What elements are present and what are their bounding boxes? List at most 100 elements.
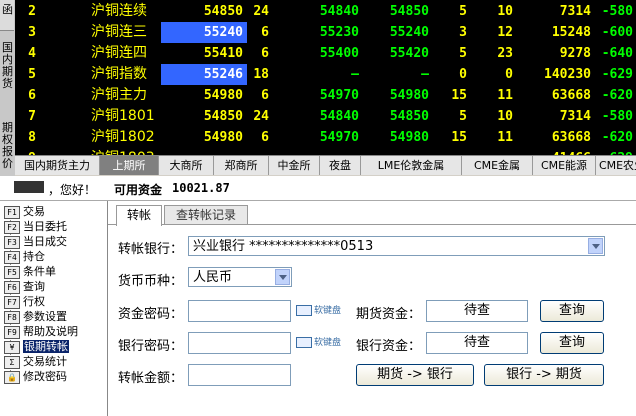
table-row[interactable]: 8 沪铜1802 54980 6 54970 54980 15 11 63668 -620 bbox=[15, 127, 636, 148]
fund-soft-keyboard-label: 软键盘 bbox=[314, 306, 342, 316]
cell-vol: 6 bbox=[261, 88, 269, 103]
futures-funds-value-text: 待查 bbox=[463, 303, 490, 318]
bank-funds-value: 待查 bbox=[426, 332, 528, 354]
market-tab-8[interactable]: CME能源 bbox=[533, 156, 596, 175]
strip-options-tab[interactable]: 期权报价 bbox=[1, 122, 14, 170]
cell-ask-qty: 23 bbox=[497, 46, 513, 61]
currency-select[interactable]: 人民币 bbox=[188, 267, 292, 287]
cell-ask: 54850 bbox=[389, 109, 429, 124]
transfer-amount-input[interactable] bbox=[188, 364, 291, 386]
sidebar-item-2[interactable]: F3 当日成交 bbox=[4, 235, 67, 249]
bank-select[interactable]: 兴业银行 **************0513 bbox=[188, 236, 605, 256]
yuan-icon: ¥ bbox=[4, 340, 20, 354]
strip-top-button[interactable]: 函 bbox=[0, 0, 14, 31]
sidebar-item-5[interactable]: F6 查询 bbox=[4, 280, 45, 294]
table-row[interactable]: 2 沪铜连续 54850 24 54840 54850 5 10 7314 -580 bbox=[15, 1, 636, 22]
query-futures-funds-button[interactable]: 查询 bbox=[540, 300, 604, 322]
sidebar-item-11[interactable]: 🔒 修改密码 bbox=[4, 370, 67, 384]
cell-ask: 54980 bbox=[389, 88, 429, 103]
keyboard-icon bbox=[296, 337, 312, 348]
cell-last: 54980 bbox=[203, 130, 243, 145]
function-key-icon: F8 bbox=[4, 310, 20, 324]
bank-password-label: 银行密码： bbox=[118, 339, 184, 354]
market-tab-3[interactable]: 郑商所 bbox=[214, 156, 269, 175]
fund-soft-keyboard-button[interactable]: 软键盘 bbox=[296, 303, 341, 319]
futures-to-bank-button[interactable]: 期货 -> 银行 bbox=[356, 364, 474, 386]
chevron-down-icon[interactable] bbox=[275, 269, 290, 285]
tab-transfer[interactable]: 转帐 bbox=[116, 205, 162, 226]
cell-ask: 54980 bbox=[389, 130, 429, 145]
market-tab-2[interactable]: 大商所 bbox=[159, 156, 214, 175]
bank-funds-label: 银行资金： bbox=[356, 339, 422, 354]
cell-total: 63668 bbox=[551, 130, 591, 145]
cell-no: 5 bbox=[28, 67, 36, 82]
cell-total: 41466 bbox=[525, 148, 591, 155]
sidebar-item-8[interactable]: F9 帮助及说明 bbox=[4, 325, 78, 339]
strip-futures-tab[interactable]: 国内期货 bbox=[1, 42, 14, 90]
cell-no: 9 bbox=[15, 148, 49, 155]
bank-soft-keyboard-label: 软键盘 bbox=[314, 338, 342, 348]
sidebar-item-3[interactable]: F4 持仓 bbox=[4, 250, 45, 264]
query-bank-funds-button[interactable]: 查询 bbox=[540, 332, 604, 354]
table-row[interactable]: 3 沪铜连三 55240 6 55230 55240 3 12 15248 -600 bbox=[15, 22, 636, 43]
bank-password-input[interactable] bbox=[188, 332, 291, 354]
cell-change: -640 bbox=[601, 46, 633, 61]
market-tab-1[interactable]: 上期所 bbox=[100, 156, 159, 175]
sidebar-item-6[interactable]: F7 行权 bbox=[4, 295, 45, 309]
left-vertical-strip: 函 国内期货 期权报价 bbox=[0, 0, 16, 178]
sidebar-item-label: 持仓 bbox=[23, 250, 45, 263]
table-row[interactable]: 4 沪铜连四 55410 6 55400 55420 5 23 9278 -640 bbox=[15, 43, 636, 64]
cell-total: 7314 bbox=[559, 4, 591, 19]
sidebar-item-10[interactable]: Σ 交易统计 bbox=[4, 355, 67, 369]
cell-ask: 54850 bbox=[389, 4, 429, 19]
cell-no: 7 bbox=[28, 109, 36, 124]
cell-ask: — bbox=[421, 67, 429, 82]
futures-to-bank-label: 期货 -> 银行 bbox=[377, 367, 453, 382]
fund-password-label: 资金密码： bbox=[118, 307, 184, 322]
sidebar-item-0[interactable]: F1 交易 bbox=[4, 205, 45, 219]
market-tab-5[interactable]: 夜盘 bbox=[320, 156, 361, 175]
market-tab-6[interactable]: LME伦敦金属 bbox=[361, 156, 462, 175]
function-key-icon: F1 bbox=[4, 205, 20, 219]
bank-to-futures-button[interactable]: 银行 -> 期货 bbox=[484, 364, 604, 386]
cell-no: 8 bbox=[28, 130, 36, 145]
cell-vol: 6 bbox=[261, 46, 269, 61]
cell-vol: 18 bbox=[253, 67, 269, 82]
function-key-icon: F9 bbox=[4, 325, 20, 339]
sidebar-item-label: 当日委托 bbox=[23, 220, 67, 233]
cell-bid-qty: 5 bbox=[459, 4, 467, 19]
bank-soft-keyboard-button[interactable]: 软键盘 bbox=[296, 335, 341, 351]
cell-vol: 24 bbox=[253, 109, 269, 124]
sidebar-item-label: 银期转帐 bbox=[23, 340, 69, 353]
fund-password-input[interactable] bbox=[188, 300, 291, 322]
sidebar-item-9[interactable]: ¥ 银期转帐 bbox=[4, 340, 69, 354]
table-row[interactable]: 5 沪铜指数 55246 18— —0 0 140230 -629 bbox=[15, 64, 636, 85]
cell-bid-qty: 5 bbox=[459, 46, 467, 61]
cell-bid: 54970 bbox=[319, 88, 359, 103]
bank-label: 转帐银行： bbox=[118, 242, 184, 257]
cell-ask: 55420 bbox=[389, 46, 429, 61]
sidebar-item-4[interactable]: F5 条件单 bbox=[4, 265, 56, 279]
cell-ask: 55240 bbox=[389, 25, 429, 40]
table-row[interactable]: 9沪铜180341466-629 bbox=[15, 148, 636, 155]
cell-change: -620 bbox=[601, 88, 633, 103]
sidebar-item-7[interactable]: F8 参数设置 bbox=[4, 310, 67, 324]
cell-ask-qty: 12 bbox=[497, 25, 513, 40]
cell-last: 54850 bbox=[203, 109, 243, 124]
sidebar-item-1[interactable]: F2 当日委托 bbox=[4, 220, 67, 234]
market-tab-0[interactable]: 国内期货主力 bbox=[15, 156, 100, 175]
market-tab-9[interactable]: CME农业 bbox=[596, 156, 636, 175]
table-row[interactable]: 7 沪铜1801 54850 24 54840 54850 5 10 7314 -580 bbox=[15, 106, 636, 127]
cell-ask-qty: 10 bbox=[497, 4, 513, 19]
user-name-redacted bbox=[14, 181, 44, 193]
table-row[interactable]: 6 沪铜主力 54980 6 54970 54980 15 11 63668 -620 bbox=[15, 85, 636, 106]
market-tab-7[interactable]: CME金属 bbox=[462, 156, 533, 175]
cell-total: 7314 bbox=[559, 109, 591, 124]
cell-last: 54980 bbox=[203, 88, 243, 103]
chevron-down-icon[interactable] bbox=[588, 238, 603, 254]
cell-bid: 54840 bbox=[319, 4, 359, 19]
cell-change: -580 bbox=[601, 4, 633, 19]
market-tab-4[interactable]: 中金所 bbox=[269, 156, 320, 175]
tab-transfer-records[interactable]: 查转帐记录 bbox=[164, 205, 248, 225]
cell-ask bbox=[373, 148, 429, 155]
